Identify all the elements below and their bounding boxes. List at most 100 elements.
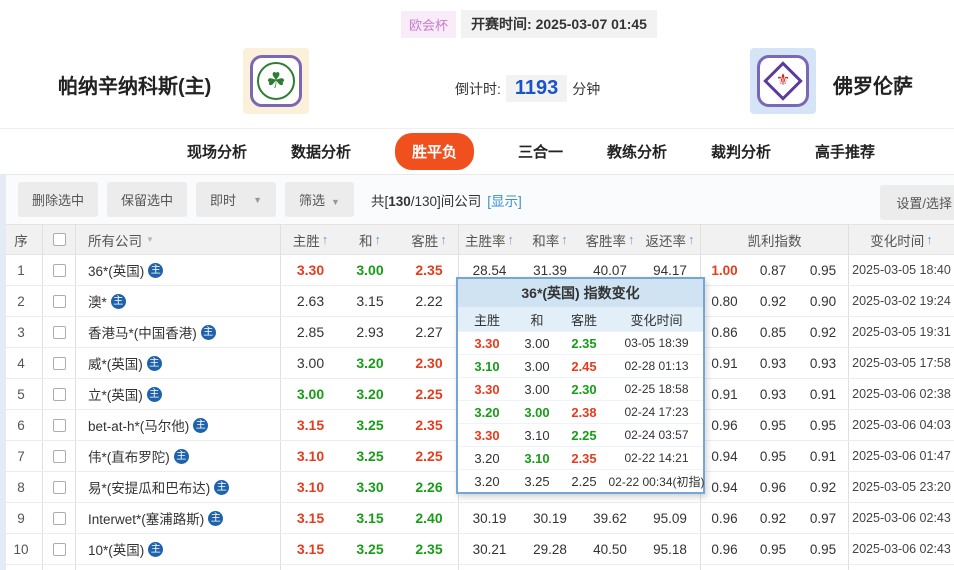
popup-change-time: 02-24 03:57	[624, 428, 689, 442]
row-checkbox[interactable]	[52, 387, 66, 401]
tab-expert-recommend[interactable]: 高手推荐	[815, 141, 875, 162]
odds-value: 3.25	[356, 448, 384, 464]
popup-home-odds: 3.30	[474, 335, 500, 351]
col-return-rate[interactable]: 返还率 ↑	[640, 225, 700, 254]
company-name[interactable]: bet-at-h*(马尔他)	[88, 415, 189, 435]
rate-value: 39.62	[593, 510, 627, 526]
popup-draw-odds: 3.10	[524, 427, 550, 443]
company-cell: 香港马*(中国香港) 主	[75, 317, 280, 347]
odds-value: 3.10	[280, 441, 340, 471]
tab-referee-analysis[interactable]: 裁判分析	[711, 141, 771, 162]
company-name[interactable]: Interwet*(塞浦路斯)	[88, 508, 204, 528]
col-change-time[interactable]: 变化时间 ↑	[848, 225, 954, 254]
row-checkbox-cell	[42, 286, 75, 316]
kelly-value: 0.96	[759, 479, 787, 495]
main-company-badge-icon: 主	[146, 355, 162, 371]
odds-value: 3.25	[356, 417, 384, 433]
company-name[interactable]: 伟*(直布罗陀)	[88, 446, 170, 466]
col-home-odds[interactable]: 主胜 ↑	[280, 225, 340, 254]
odds-value: 3.25	[356, 541, 384, 557]
row-checkbox[interactable]	[52, 511, 66, 525]
popup-draw-odds: 3.25	[524, 473, 550, 489]
kelly-value: 0.93	[759, 386, 787, 402]
company-name[interactable]: 澳*	[88, 291, 107, 311]
kelly-value: 0.87	[759, 262, 787, 278]
col-away-odds[interactable]: 客胜 ↑	[400, 225, 458, 254]
company-name[interactable]: 威*(英国)	[88, 353, 143, 373]
company-cell: 威*(英国) 主	[75, 348, 280, 378]
popup-draw-odds: 3.10	[524, 450, 550, 466]
instant-odds-dropdown[interactable]: 即时 ▼	[196, 182, 277, 217]
delete-selected-button[interactable]: 删除选中	[18, 182, 99, 217]
kelly-value: 0.94	[700, 472, 748, 502]
odds-value: 2.35	[415, 262, 443, 278]
row-checkbox[interactable]	[52, 449, 66, 463]
row-checkbox[interactable]	[52, 294, 66, 308]
tab-win-draw-lose[interactable]: 胜平负	[394, 133, 474, 170]
row-checkbox[interactable]	[52, 418, 66, 432]
popup-change-time: 02-25 18:58	[624, 382, 689, 396]
company-cell: Interwet*(塞浦路斯) 主	[75, 503, 280, 533]
change-time: 2025-03-05 19:31	[848, 317, 954, 347]
odds-change-popup: 36*(英国) 指数变化 主胜 和 客胜 变化时间 3.30 3.00 2.35 03…	[456, 277, 705, 494]
chevron-down-icon: ▼	[253, 194, 263, 205]
company-name[interactable]: 立*(英国)	[88, 384, 143, 404]
company-name[interactable]: 易*(安提瓜和巴布达)	[88, 477, 210, 497]
tab-live-analysis[interactable]: 现场分析	[187, 141, 247, 162]
rate-value: 95.09	[653, 510, 687, 526]
tab-coach-analysis[interactable]: 教练分析	[607, 141, 667, 162]
col-draw-rate[interactable]: 和率 ↑	[520, 225, 580, 254]
kelly-value: 0.91	[700, 348, 748, 378]
company-count: 共[130/130]间公司 [显示]	[370, 193, 522, 209]
tab-data-analysis[interactable]: 数据分析	[291, 141, 351, 162]
row-checkbox[interactable]	[52, 542, 66, 556]
row-checkbox-cell	[42, 255, 75, 285]
sort-asc-icon: ↑	[321, 232, 329, 247]
row-checkbox[interactable]	[52, 480, 66, 494]
row-checkbox[interactable]	[52, 325, 66, 339]
select-all-checkbox[interactable]	[52, 233, 66, 246]
sort-asc-icon: ↑	[374, 232, 382, 247]
company-name[interactable]: 36*(英国)	[88, 260, 144, 280]
kelly-value: 0.91	[700, 379, 748, 409]
popup-away-odds: 2.45	[571, 358, 597, 374]
row-number: 3	[17, 324, 25, 340]
row-checkbox-cell	[42, 379, 75, 409]
row-checkbox[interactable]	[52, 263, 66, 277]
company-name[interactable]: 10*(英国)	[88, 539, 144, 559]
filter-dropdown[interactable]: 筛选 ▼	[285, 182, 354, 217]
keep-selected-button[interactable]: 保留选中	[107, 182, 188, 217]
main-company-badge-icon: 主	[148, 262, 164, 278]
popup-row: 3.30 3.00 2.30 02-25 18:58	[458, 377, 703, 400]
change-time: 2025-03-06 02:43	[848, 534, 954, 564]
away-logo-frame: ⚜	[757, 55, 809, 107]
odds-value: 3.15	[356, 510, 384, 526]
tab-three-in-one[interactable]: 三合一	[518, 141, 563, 162]
odds-value: 3.00	[356, 262, 384, 278]
popup-home-odds: 3.30	[474, 427, 500, 443]
kelly-value: 0.96	[700, 503, 748, 533]
kelly-value: 0.95	[759, 448, 787, 464]
col-company[interactable]: 所有公司 ▼	[75, 225, 280, 254]
popup-change-time: 02-24 17:23	[624, 405, 689, 419]
main-company-badge-icon: 主	[193, 417, 209, 433]
company-name[interactable]: 香港马*(中国香港)	[88, 322, 197, 342]
company-cell: 澳* 主	[75, 286, 280, 316]
row-checkbox[interactable]	[52, 356, 66, 370]
company-cell: 伟*(直布罗陀) 主	[75, 441, 280, 471]
popup-col-away: 客胜	[570, 312, 597, 328]
odds-value: 3.15	[280, 410, 340, 440]
col-draw-odds[interactable]: 和 ↑	[340, 225, 400, 254]
col-home-rate[interactable]: 主胜率 ↑	[458, 225, 520, 254]
popup-draw-odds: 3.00	[524, 381, 550, 397]
company-cell: 易*(安提瓜和巴布达) 主	[75, 472, 280, 502]
kelly-value: 0.86	[700, 317, 748, 347]
home-team-logo: ☘	[243, 48, 309, 114]
popup-change-time: 02-22 00:34(初指)	[608, 474, 705, 489]
row-checkbox-cell	[42, 534, 75, 564]
show-link[interactable]: [显示]	[487, 194, 522, 209]
sort-asc-icon: ↑	[561, 232, 568, 247]
popup-title: 36*(英国) 指数变化	[458, 279, 703, 307]
col-away-rate[interactable]: 客胜率 ↑	[580, 225, 640, 254]
settings-select-button[interactable]: 设置/选择	[880, 185, 954, 220]
